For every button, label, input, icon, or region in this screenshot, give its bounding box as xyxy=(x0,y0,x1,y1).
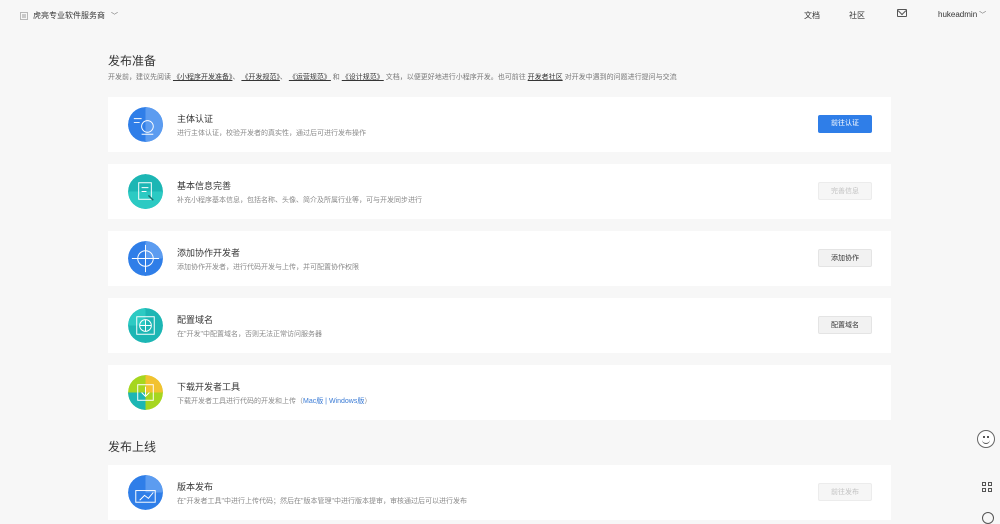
step-title: 版本发布 xyxy=(177,482,214,492)
step-title: 基本信息完善 xyxy=(177,181,232,191)
step-card-identity: 主体认证 进行主体认证，校验开发者的真实性，通过后可进行发布操作 前往认证 xyxy=(108,97,891,152)
desc-text: ） xyxy=(364,398,372,405)
account-switcher[interactable]: 虎亮专业软件服务商 ﹀ xyxy=(20,10,118,21)
intro-sep: 和 xyxy=(330,74,342,81)
intro-sep: 、 xyxy=(279,74,287,81)
doc-link-prep[interactable]: 《小程序开发准备》 xyxy=(173,74,233,81)
chevron-down-icon: ﹀ xyxy=(111,12,118,20)
download-icon xyxy=(128,375,163,410)
section-title-release: 发布上线 xyxy=(108,440,157,454)
doc-link-dev-spec[interactable]: 《开发规范》 xyxy=(241,74,280,81)
info-form-icon xyxy=(128,174,163,209)
doc-link-design-spec[interactable]: 《设计规范》 xyxy=(342,74,384,81)
step-desc: 在"开发"中配置域名，否则无法正常访问服务器 xyxy=(177,331,322,338)
step-card-version-release: 版本发布 在"开发者工具"中进行上传代码；然后在"版本管理"中进行版本提审，审核… xyxy=(108,465,891,520)
identity-icon xyxy=(128,107,163,142)
go-release-button[interactable]: 前往发布 xyxy=(818,483,872,501)
step-desc: 在"开发者工具"中进行上传代码；然后在"版本管理"中进行版本提审，审核通过后可以… xyxy=(177,498,467,505)
complete-info-button[interactable]: 完善信息 xyxy=(818,182,872,200)
intro-part: 对开发中遇到的问题进行提问与交流 xyxy=(564,74,677,81)
download-mac-link[interactable]: Mac版 xyxy=(303,398,323,405)
step-card-download-tools: 下载开发者工具 下载开发者工具进行代码的开发和上传（Mac版 | Windows… xyxy=(108,365,891,420)
step-title: 配置域名 xyxy=(177,315,214,325)
step-desc: 进行主体认证，校验开发者的真实性，通过后可进行发布操作 xyxy=(177,130,366,137)
go-verify-button[interactable]: 前往认证 xyxy=(818,115,872,133)
mail-icon[interactable] xyxy=(897,9,907,17)
help-icon[interactable] xyxy=(982,512,994,524)
step-desc: 添加协作开发者，进行代码开发与上传，并可配置协作权限 xyxy=(177,264,359,271)
dev-community-link[interactable]: 开发者社区 xyxy=(528,74,563,81)
qrcode-icon[interactable] xyxy=(982,482,992,492)
step-card-collaborator: 添加协作开发者 添加协作开发者，进行代码开发与上传，并可配置协作权限 添加协作 xyxy=(108,231,891,286)
step-title: 添加协作开发者 xyxy=(177,248,241,258)
domain-icon xyxy=(128,308,163,343)
intro-sep: 、 xyxy=(232,74,240,81)
step-card-basic-info: 基本信息完善 补充小程序基本信息，包括名称、头像、简介及所属行业等，可与开发同步… xyxy=(108,164,891,219)
section-title-prepare: 发布准备 xyxy=(108,54,157,68)
brand-name: 虎亮专业软件服务商 xyxy=(33,11,105,20)
step-title: 主体认证 xyxy=(177,114,214,124)
username: hukeadmin xyxy=(938,10,978,19)
add-collaborator-button[interactable]: 添加协作 xyxy=(818,249,872,267)
step-title: 下载开发者工具 xyxy=(177,382,241,392)
download-windows-link[interactable]: Windows版 xyxy=(329,398,364,405)
step-card-domain: 配置域名 在"开发"中配置域名，否则无法正常访问服务器 配置域名 xyxy=(108,298,891,353)
nav-community-link[interactable]: 社区 xyxy=(849,10,865,21)
configure-domain-button[interactable]: 配置域名 xyxy=(818,316,872,334)
doc-link-ops-spec[interactable]: 《运营规范》 xyxy=(289,74,331,81)
nav-docs-link[interactable]: 文档 xyxy=(804,10,820,21)
step-desc: 补充小程序基本信息，包括名称、头像、简介及所属行业等，可与开发同步进行 xyxy=(177,197,422,204)
step-desc: 下载开发者工具进行代码的开发和上传（Mac版 | Windows版） xyxy=(177,396,371,406)
desc-text: 下载开发者工具进行代码的开发和上传（ xyxy=(177,398,303,405)
chevron-down-icon: ﹀ xyxy=(979,12,987,19)
smile-icon[interactable] xyxy=(977,430,995,448)
intro-part: 开发前，建议先阅读 xyxy=(108,74,171,81)
collaborator-icon xyxy=(128,241,163,276)
top-bar: 虎亮专业软件服务商 ﹀ 文档 社区 hukeadmin ﹀ xyxy=(0,0,1000,32)
brand-logo-icon xyxy=(20,11,28,20)
user-menu[interactable]: hukeadmin ﹀ xyxy=(938,10,986,20)
version-release-icon xyxy=(128,475,163,510)
intro-part: 文档，以便更好地进行小程序开发。也可前往 xyxy=(385,74,526,81)
intro-text: 开发前，建议先阅读 《小程序开发准备》、 《开发规范》、 《运营规范》 和 《设… xyxy=(108,72,677,82)
